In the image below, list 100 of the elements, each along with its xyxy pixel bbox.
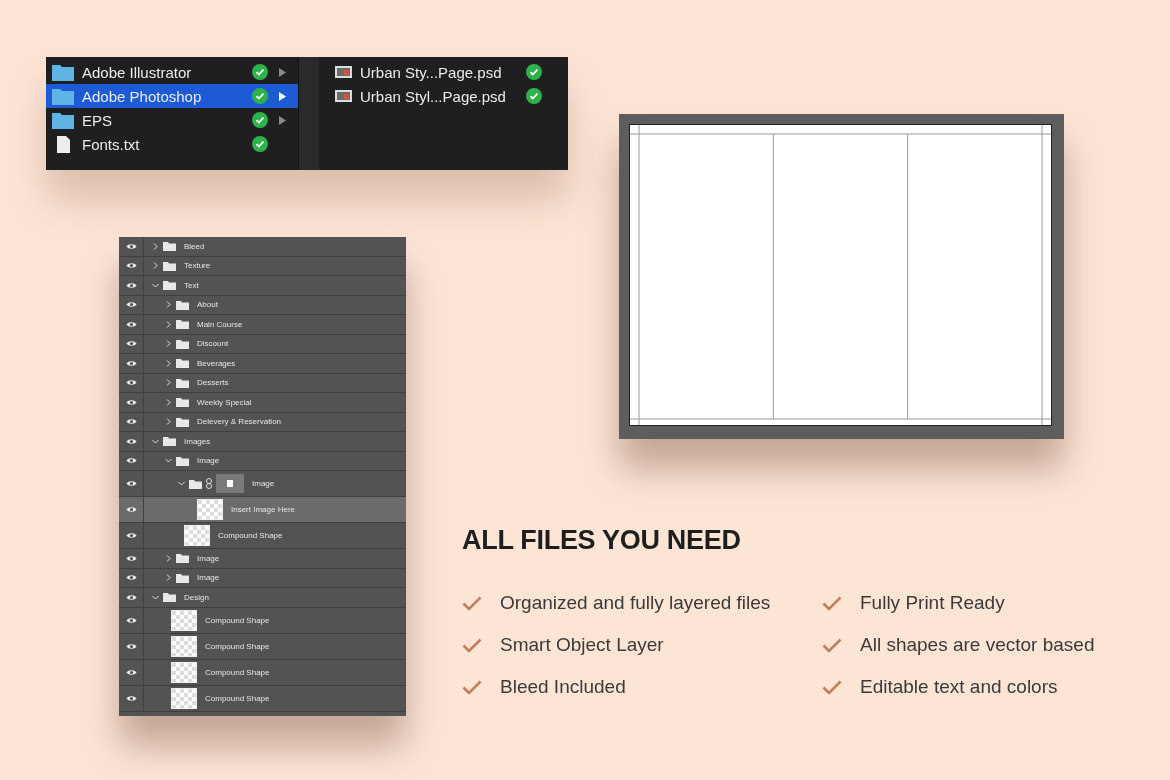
layer-name: Delevery & Reservation bbox=[197, 417, 282, 427]
chevron-right-icon[interactable] bbox=[165, 379, 172, 387]
chevron-right-icon[interactable] bbox=[165, 418, 172, 426]
layer-row[interactable]: About bbox=[119, 295, 406, 315]
folder-icon bbox=[176, 377, 189, 388]
eye-icon[interactable] bbox=[125, 554, 137, 562]
item-name: Fonts.txt bbox=[82, 135, 141, 153]
chevron-right-icon[interactable] bbox=[165, 301, 172, 309]
chevron-right-icon[interactable] bbox=[165, 320, 172, 328]
layer-row[interactable]: Delevery & Reservation bbox=[119, 412, 406, 432]
features-heading: ALL FILES YOU NEED bbox=[462, 525, 742, 556]
finder-row[interactable]: EPS bbox=[46, 108, 298, 132]
folder-icon bbox=[189, 478, 202, 489]
folder-icon bbox=[176, 338, 189, 349]
folder-icon bbox=[52, 87, 74, 105]
chevron-down-icon[interactable] bbox=[152, 281, 159, 289]
chevron-right-icon[interactable] bbox=[152, 242, 159, 250]
chevron-right-icon[interactable] bbox=[165, 554, 172, 562]
image-file-icon bbox=[335, 90, 352, 102]
finder-row[interactable]: Fonts.txt bbox=[46, 132, 298, 156]
layer-name: Insert Image Here bbox=[231, 505, 296, 514]
layer-row[interactable]: Compound Shape bbox=[119, 685, 406, 712]
layer-row[interactable]: Image bbox=[119, 549, 406, 569]
eye-icon[interactable] bbox=[125, 320, 137, 328]
eye-icon[interactable] bbox=[125, 457, 137, 465]
eye-icon[interactable] bbox=[125, 379, 137, 387]
layer-name: Design bbox=[184, 592, 209, 602]
chevron-right-icon[interactable] bbox=[165, 340, 172, 348]
finder-row[interactable]: Adobe Photoshop bbox=[46, 84, 298, 108]
eye-icon[interactable] bbox=[125, 398, 137, 406]
chevron-down-icon[interactable] bbox=[178, 480, 185, 487]
layer-name: Image bbox=[252, 479, 275, 488]
eye-icon[interactable] bbox=[125, 532, 137, 539]
layer-name: Image bbox=[197, 573, 220, 583]
layer-row[interactable]: Texture bbox=[119, 256, 406, 276]
layer-row[interactable]: Text bbox=[119, 276, 406, 296]
eye-icon[interactable] bbox=[125, 616, 137, 624]
layer-name: Image bbox=[197, 553, 220, 563]
finder-row[interactable]: Adobe Illustrator bbox=[46, 60, 298, 84]
folder-icon bbox=[176, 455, 189, 466]
chevron-right-icon[interactable] bbox=[165, 574, 172, 582]
chevron-right-icon[interactable] bbox=[152, 262, 159, 270]
eye-icon[interactable] bbox=[125, 506, 137, 513]
layer-name: Discount bbox=[197, 339, 229, 349]
layer-row[interactable]: Compound Shape bbox=[119, 607, 406, 634]
chevron-right-icon[interactable] bbox=[165, 398, 172, 406]
layer-row[interactable]: Compound Shape bbox=[119, 659, 406, 686]
layer-row[interactable]: Image bbox=[119, 568, 406, 588]
eye-icon[interactable] bbox=[125, 668, 137, 676]
folder-icon bbox=[176, 553, 189, 564]
folder-icon bbox=[176, 572, 189, 583]
eye-icon[interactable] bbox=[125, 301, 137, 309]
layer-row[interactable]: Desserts bbox=[119, 373, 406, 393]
layer-row[interactable]: Image bbox=[119, 451, 406, 471]
eye-icon[interactable] bbox=[125, 437, 137, 445]
eye-icon[interactable] bbox=[125, 694, 137, 702]
file-name: Urban Styl...Page.psd bbox=[360, 87, 507, 105]
chevron-down-icon[interactable] bbox=[152, 593, 159, 601]
layer-row[interactable]: Weekly Special bbox=[119, 393, 406, 413]
eye-icon[interactable] bbox=[125, 340, 137, 348]
layer-name: Images bbox=[184, 436, 211, 446]
eye-icon[interactable] bbox=[125, 593, 137, 601]
layer-name: Main Course bbox=[197, 319, 243, 329]
layer-name: Compound Shape bbox=[205, 615, 270, 625]
layer-row[interactable]: Bleed bbox=[119, 237, 406, 257]
feature-text: Bleed Included bbox=[500, 676, 626, 698]
eye-icon[interactable] bbox=[125, 418, 137, 426]
folder-icon bbox=[163, 280, 176, 291]
eye-icon[interactable] bbox=[125, 262, 137, 270]
mask-thumbnail bbox=[216, 474, 244, 493]
item-name: EPS bbox=[82, 111, 113, 129]
eye-icon[interactable] bbox=[125, 242, 137, 250]
layer-row[interactable]: Images bbox=[119, 432, 406, 452]
eye-icon[interactable] bbox=[125, 480, 137, 487]
item-name: Adobe Photoshop bbox=[82, 87, 203, 105]
eye-icon[interactable] bbox=[125, 642, 137, 650]
layer-name: Compound Shape bbox=[205, 693, 270, 703]
eye-icon[interactable] bbox=[125, 359, 137, 367]
layer-row[interactable]: Compound Shape bbox=[119, 633, 406, 660]
folder-icon bbox=[176, 358, 189, 369]
layer-row[interactable]: Compound Shape bbox=[119, 523, 406, 549]
layer-row[interactable]: Insert Image Here bbox=[119, 497, 406, 523]
layer-row[interactable]: Design bbox=[119, 588, 406, 608]
layer-row[interactable]: Image bbox=[119, 471, 406, 497]
layer-thumbnail bbox=[171, 687, 197, 709]
finder-row[interactable]: Urban Styl...Page.psd bbox=[329, 84, 568, 108]
layer-thumbnail bbox=[171, 609, 197, 631]
layer-row[interactable]: Main Course bbox=[119, 315, 406, 335]
finder-row[interactable]: Urban Sty...Page.psd bbox=[329, 60, 568, 84]
chevron-down-icon[interactable] bbox=[165, 457, 172, 465]
layer-row[interactable]: Beverages bbox=[119, 354, 406, 374]
layer-row[interactable]: Discount bbox=[119, 334, 406, 354]
chevron-down-icon[interactable] bbox=[152, 437, 159, 445]
layer-name: Desserts bbox=[197, 378, 229, 388]
check-icon bbox=[462, 595, 482, 611]
eye-icon[interactable] bbox=[125, 574, 137, 582]
chevron-right-icon[interactable] bbox=[165, 359, 172, 367]
check-icon bbox=[822, 595, 842, 611]
eye-icon[interactable] bbox=[125, 281, 137, 289]
check-icon bbox=[462, 637, 482, 653]
